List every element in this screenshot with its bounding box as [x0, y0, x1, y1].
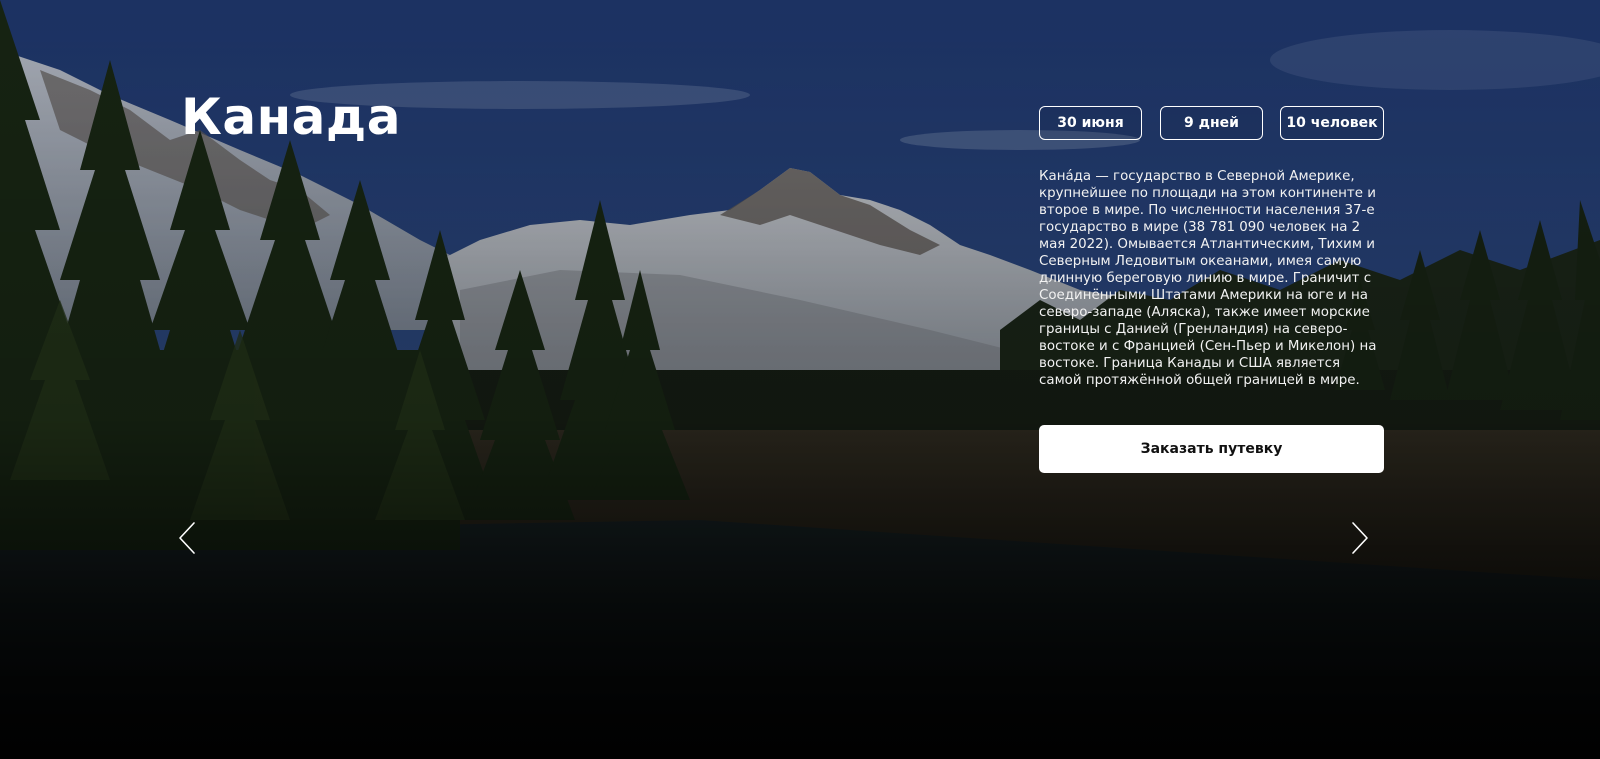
destination-title: Канада [181, 88, 402, 146]
hero-slide: Канада 30 июня 9 дней 10 человек Кана́да… [0, 0, 1600, 759]
chevron-right-icon[interactable] [1347, 521, 1371, 555]
tour-info-chips: 30 июня 9 дней 10 человек [1039, 106, 1384, 142]
chevron-left-icon[interactable] [176, 521, 200, 555]
destination-description: Кана́да — государство в Северной Америке… [1039, 169, 1377, 388]
people-chip: 10 человек [1280, 106, 1384, 140]
duration-chip: 9 дней [1160, 106, 1263, 140]
date-chip: 30 июня [1039, 106, 1142, 140]
order-tour-button[interactable]: Заказать путевку [1039, 425, 1384, 473]
